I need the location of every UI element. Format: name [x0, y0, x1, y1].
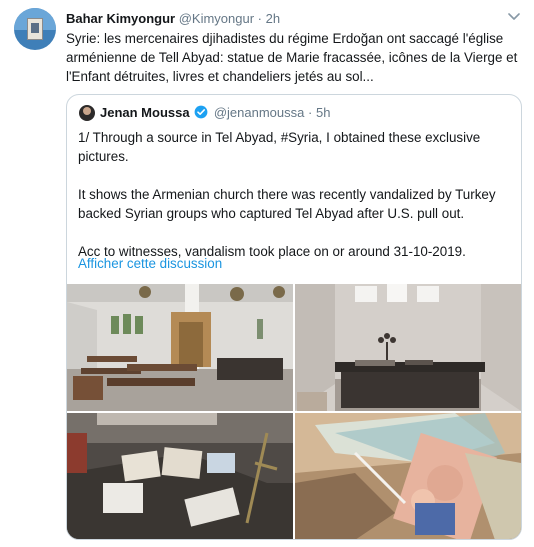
quoted-author-name[interactable]: Jenan Moussa — [100, 105, 190, 120]
quoted-text: 1/ Through a source in Tel Abyad, #Syria… — [78, 128, 508, 261]
show-thread-link[interactable]: Afficher cette discussion — [78, 254, 222, 273]
photo-altar[interactable] — [295, 284, 521, 411]
tweet-timestamp[interactable]: 2h — [266, 11, 280, 26]
quoted-header: Jenan Moussa @jenanmoussa · 5h — [100, 104, 330, 122]
avatar-picture — [27, 18, 43, 40]
verified-badge-icon — [194, 105, 208, 119]
avatar[interactable] — [14, 8, 56, 50]
photo-books-floor[interactable] — [67, 413, 293, 539]
quoted-separator-dot: · — [308, 105, 313, 120]
tweet-text: Syrie: les mercenaires djihadistes du ré… — [66, 31, 518, 84]
separator-dot: · — [257, 11, 263, 26]
quoted-timestamp[interactable]: 5h — [316, 105, 330, 120]
tweet-header: Bahar Kimyongur @Kimyongur · 2h — [66, 10, 280, 28]
quoted-tweet[interactable]: Jenan Moussa @jenanmoussa · 5h 1/ Throug… — [66, 94, 522, 540]
quoted-author-handle[interactable]: @jenanmoussa — [214, 105, 305, 120]
quoted-avatar[interactable] — [79, 105, 95, 121]
photo-broken-icon[interactable] — [295, 413, 521, 539]
chevron-down-icon[interactable] — [507, 10, 521, 22]
photo-grid — [67, 284, 521, 539]
tweet[interactable]: Bahar Kimyongur @Kimyongur · 2h Syrie: l… — [0, 0, 534, 547]
quoted-paragraph: 1/ Through a source in Tel Abyad, #Syria… — [78, 130, 481, 164]
author-name[interactable]: Bahar Kimyongur — [66, 11, 175, 26]
photo-church-interior[interactable] — [67, 284, 293, 411]
author-handle[interactable]: @Kimyongur — [179, 11, 254, 26]
quoted-paragraph: It shows the Armenian church there was r… — [78, 187, 496, 221]
